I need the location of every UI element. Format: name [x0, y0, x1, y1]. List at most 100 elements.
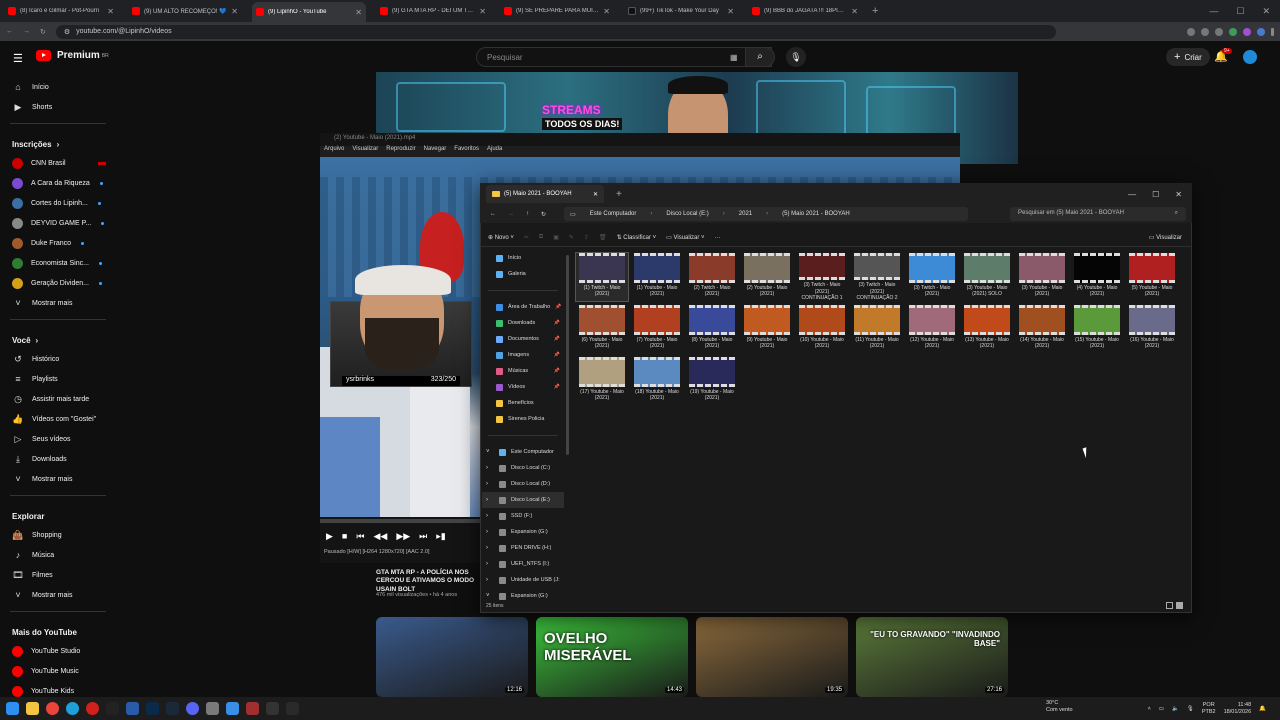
video-file[interactable]: (14) Youtube - Maio (2021) — [1016, 305, 1068, 353]
breadcrumb-item[interactable]: (5) Maio 2021 - BOOYAH — [782, 211, 850, 217]
video-file[interactable]: (2) Youtube - Maio (2021) — [741, 253, 793, 301]
new-tab-icon[interactable]: + — [616, 189, 622, 200]
youtube-logo[interactable]: Premium BR — [36, 50, 109, 61]
nav-item[interactable]: Início — [482, 250, 564, 266]
photoshop-icon[interactable] — [146, 702, 159, 715]
browser-tab[interactable]: (9) BBB do JAGATA !!! 18PINHO ✕ — [748, 2, 862, 20]
sidebar-item[interactable]: ˅ Mostrar mais — [0, 293, 116, 313]
nav-item[interactable]: Músicas 📌 — [482, 363, 564, 379]
video-thumbnail[interactable]: 12:16 — [376, 617, 528, 697]
paste-icon[interactable]: ▣ — [553, 234, 559, 241]
opera-icon[interactable] — [86, 702, 99, 715]
player-menu-item[interactable]: Arquivo — [324, 146, 344, 157]
video-file[interactable]: (11) Youtube - Maio (2021) — [851, 305, 903, 353]
player-menu-item[interactable]: Favoritos — [454, 146, 479, 157]
sidebar-item[interactable]: 👍 Vídeos com "Gostei" — [0, 409, 116, 429]
site-info-icon[interactable]: ⚙ — [64, 28, 70, 36]
start-icon[interactable] — [6, 702, 19, 715]
sort-button[interactable]: ⇅ Classificar ˅ — [617, 234, 657, 241]
drive-item[interactable]: › Unidade de USB (J: — [482, 572, 564, 588]
video-file[interactable]: (3) Youtube - Maio (2021) — [1016, 253, 1068, 301]
minimize-icon[interactable]: — — [1209, 6, 1218, 17]
video-file[interactable]: (5) Youtube - Maio (2021) — [1126, 253, 1178, 301]
browser-tab[interactable]: (9) SE PREPARE PARA MUITA G ✕ — [500, 2, 614, 20]
back-icon[interactable]: ← — [6, 28, 13, 35]
video-file[interactable]: (3) Twitch - Maio (2021) CONTINUAÇÃO 1 — [796, 253, 848, 301]
drive-item[interactable]: ˅ Expansion (G:) — [482, 588, 564, 604]
video-file[interactable]: (3) Youtube - Maio (2021) SOLO — [961, 253, 1013, 301]
drive-item[interactable]: ˅ Este Computador — [482, 444, 564, 460]
close-tab-icon[interactable]: ✕ — [851, 7, 858, 16]
sidebar-section-title[interactable]: Você › — [0, 326, 116, 349]
drive-item[interactable]: › UEFI_NTFS (I:) — [482, 556, 564, 572]
video-thumbnail[interactable]: "EU TO GRAVANDO" "INVADINDO BASE" 27:16 — [856, 617, 1008, 697]
nav-pane-scrollbar[interactable] — [566, 255, 569, 455]
chevron-right-icon[interactable]: ˅ — [486, 593, 494, 599]
volume-icon[interactable]: 🔈 — [1172, 706, 1179, 712]
copy-icon[interactable]: ⧉ — [539, 234, 543, 241]
video-file[interactable]: (3) Twitch - Maio (2021) CONTINUAÇÃO 2 — [851, 253, 903, 301]
rename-icon[interactable]: ✎ — [569, 234, 574, 241]
extension-icon[interactable] — [1229, 27, 1237, 36]
view-button[interactable]: ▭ Visualizar ˅ — [666, 234, 704, 241]
file-explorer-icon[interactable] — [26, 702, 39, 715]
sidebar-item[interactable]: ⤓ Downloads — [0, 449, 116, 469]
close-tab-icon[interactable]: ✕ — [231, 7, 238, 16]
close-tab-icon[interactable]: ✕ — [355, 8, 362, 17]
nav-item[interactable]: Sirenes Policia — [482, 411, 564, 427]
sidebar-item[interactable]: ≡ Playlists — [0, 369, 116, 389]
details-button[interactable]: ▭ Visualizar — [1149, 234, 1192, 241]
video-file[interactable]: (2) Twitch - Maio (2021) — [686, 253, 738, 301]
player-menu-item[interactable]: Reproduzir — [386, 146, 415, 157]
video-file[interactable]: (12) Youtube - Maio (2021) — [906, 305, 958, 353]
close-tab-icon[interactable]: ✕ — [593, 191, 598, 198]
browser-tab[interactable]: (99+) TikTok - Make Your Day ✕ — [624, 2, 738, 20]
chevron-right-icon[interactable]: › — [486, 561, 494, 567]
clock[interactable]: 11:48 18/01/2026 — [1224, 702, 1252, 715]
chevron-right-icon[interactable]: › — [486, 497, 494, 503]
video-thumbnail[interactable]: OVELHO MISERÁVEL 14:43 — [536, 617, 688, 697]
previous-icon[interactable]: ⏮ — [356, 531, 364, 542]
chevron-right-icon[interactable]: › — [486, 513, 494, 519]
notification-center-icon[interactable]: 🔔 — [1259, 706, 1266, 712]
player-menu-item[interactable]: Ajuda — [487, 146, 502, 157]
play-icon[interactable]: ▶ — [326, 531, 333, 542]
video-file[interactable]: (1) Youtube - Maio (2021) — [631, 253, 683, 301]
extension-icon[interactable] — [1187, 27, 1195, 36]
weather-widget[interactable]: 30°C Com vento — [1046, 700, 1073, 713]
close-tab-icon[interactable]: ✕ — [727, 7, 734, 16]
sidebar-item[interactable]: ▷ Seus vídeos — [0, 429, 116, 449]
sidebar-item[interactable]: DEYVID GAME P... — [0, 213, 116, 233]
search-button[interactable]: ⌕ — [745, 47, 775, 67]
chevron-right-icon[interactable]: › — [486, 481, 494, 487]
nav-item[interactable]: Benefícios — [482, 395, 564, 411]
video-file[interactable]: (8) Youtube - Maio (2021) — [686, 305, 738, 353]
steam-icon[interactable] — [166, 702, 179, 715]
next-icon[interactable]: ⏭ — [419, 531, 427, 542]
details-view-icon[interactable] — [1166, 602, 1173, 609]
sidebar-item[interactable]: CNN Brasil — [0, 153, 116, 173]
sidebar-item[interactable]: Duke Franco — [0, 233, 116, 253]
share-icon[interactable]: ⇪ — [584, 234, 589, 241]
sidebar-item[interactable]: ▶ Shorts — [0, 97, 116, 117]
chevron-up-icon[interactable]: ˄ — [1148, 706, 1151, 712]
new-button[interactable]: ⊕ Novo ˅ — [488, 234, 514, 241]
player-seekbar[interactable] — [320, 519, 480, 523]
chevron-right-icon[interactable]: › — [486, 465, 494, 471]
sidebar-item[interactable]: ⌂ Início — [0, 77, 116, 97]
sidebar-item[interactable]: ˅ Mostrar mais — [0, 585, 116, 605]
cut-icon[interactable]: ✂ — [524, 234, 529, 241]
new-tab-icon[interactable]: + — [872, 5, 878, 17]
sidebar-item[interactable]: Geração Dividen... — [0, 273, 116, 293]
video-file[interactable]: (9) Youtube - Maio (2021) — [741, 305, 793, 353]
video-thumbnail[interactable]: 19:35 — [696, 617, 848, 697]
sidebar-item[interactable]: ↺ Histórico — [0, 349, 116, 369]
video-title[interactable]: GTA MTA RP - A POLÍCIA NOS CERCOU E ATIV… — [376, 569, 480, 594]
video-file[interactable]: (19) Youtube - Maio (2021) — [686, 357, 738, 405]
app-icon[interactable] — [266, 702, 279, 715]
drive-item[interactable]: › Expansion (G:) — [482, 524, 564, 540]
drive-item[interactable]: › SSD (F:) — [482, 508, 564, 524]
video-file[interactable]: (18) Youtube - Maio (2021) — [631, 357, 683, 405]
discord-icon[interactable] — [186, 702, 199, 715]
nav-item[interactable]: Área de Trabalho 📌 — [482, 299, 564, 315]
